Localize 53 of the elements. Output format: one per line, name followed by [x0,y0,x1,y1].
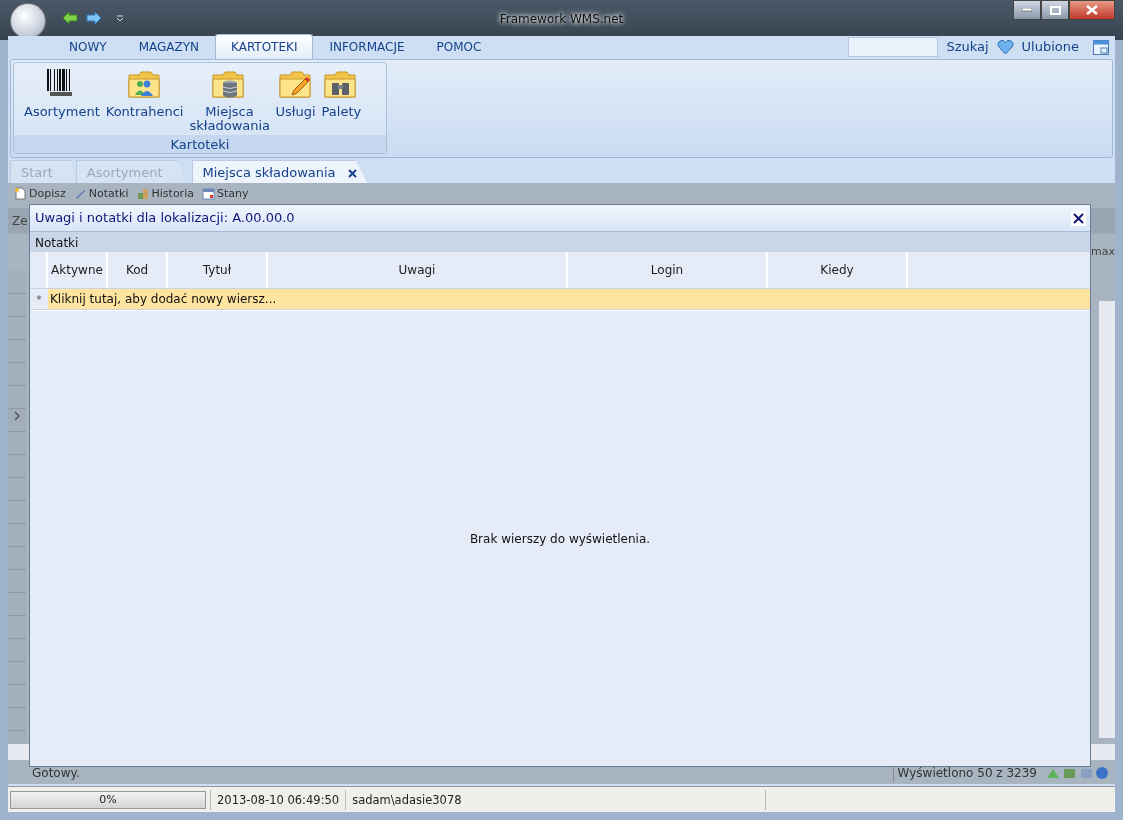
window-layout-icon[interactable] [1093,39,1109,55]
close-button[interactable] [1069,0,1115,20]
status-text: Gotowy. [32,765,80,782]
barcode-icon [46,69,72,96]
section-header: Notatki [30,232,1090,252]
ribbon-tab[interactable]: MAGAZYN [122,34,215,59]
ribbon-button[interactable]: Usługi [275,67,316,119]
toolbar-button[interactable]: Notatki [73,187,129,200]
calendar-icon [201,187,215,200]
back-arrow-icon[interactable] [62,11,78,25]
maximize-button[interactable] [1041,0,1069,20]
close-button[interactable] [1071,210,1086,226]
vertical-scrollbar[interactable] [1099,301,1115,738]
ribbon-tab[interactable]: POMOC [420,34,498,59]
date-time: 2013-08-10 06:49:50 [210,789,346,810]
close-icon [1086,5,1098,15]
ribbon-button[interactable]: Asortyment [24,67,100,119]
column-header: Ze [12,213,28,230]
window-title: Framework WMS.net [499,11,624,28]
search-field[interactable] [848,37,939,57]
favorites-link[interactable]: Ulubione [1021,37,1079,57]
folder-pencil-icon [279,71,311,98]
ribbon-tab[interactable]: INFORMACJE [313,34,421,59]
folder-people-icon [128,71,160,98]
new-row-marker: * [30,289,48,309]
minimize-button[interactable] [1013,0,1041,20]
new-row[interactable]: * Kliknij tutaj, aby dodać nowy wiersz... [30,288,1090,310]
search-link[interactable]: Szukaj [946,37,989,57]
dropdown-icon[interactable] [116,14,124,22]
ribbon-button[interactable]: Kontrahenci [105,67,184,119]
page-icon [14,187,27,200]
column-header: max [1091,245,1115,258]
progress-text: 0% [98,791,118,808]
ribbon-tab[interactable]: NOWY [53,34,123,59]
ribbon-tab[interactable]: KARTOTEKI [215,34,314,59]
new-row-text: Kliknij tutaj, aby dodać nowy wiersz... [49,291,277,308]
folder-database-icon [213,71,244,98]
toolbar-button[interactable]: Stany [201,187,249,200]
ribbon-button[interactable]: Palety [321,67,362,119]
document-tab[interactable]: Miejsca składowania [191,159,368,184]
user-name: sadam\adasie3078 [345,789,766,810]
dialog-title: Uwagi i notatki dla lokalizacji: A.00.00.0 [35,209,295,228]
toolbar-button[interactable]: Dopisz [14,187,66,200]
heart-icon[interactable] [996,39,1014,55]
boxes-icon [136,187,150,200]
toolbar-button[interactable]: Historia [136,187,194,200]
maximize-icon [1049,5,1061,15]
ribbon-button[interactable]: Miejsca składowania [189,67,270,133]
group-label: Kartoteki [14,135,386,153]
empty-message: Brak wierszy do wyświetlenia. [469,530,651,548]
minimize-icon [1022,8,1032,12]
forward-arrow-icon[interactable] [86,11,102,25]
folder-binoculars-icon [324,71,356,98]
